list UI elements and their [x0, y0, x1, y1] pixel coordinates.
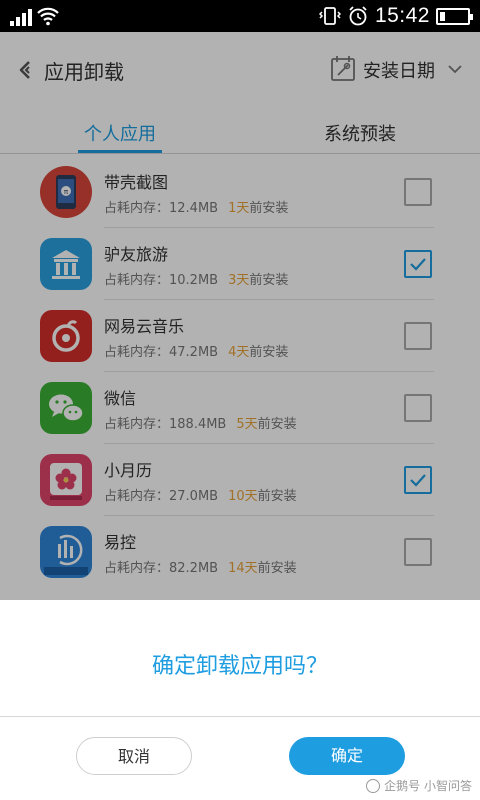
dialog-divider: [0, 716, 480, 717]
dialog-message: 确定卸载应用吗？: [151, 654, 328, 679]
penguin-logo-icon: [366, 778, 381, 793]
clock-time: 15:42: [374, 4, 430, 27]
battery-icon: [436, 7, 473, 25]
uninstall-confirm-dialog: 确定卸载应用吗？ 取消 确定 企鹅号 小智问答: [0, 600, 480, 800]
signal-icon: [10, 8, 36, 26]
cancel-button[interactable]: 取消: [76, 737, 192, 775]
wifi-icon: [37, 7, 59, 26]
vibrate-icon: [318, 7, 341, 25]
confirm-button[interactable]: 确定: [289, 737, 405, 775]
watermark-text: 企鹅号 小智问答: [384, 779, 472, 793]
status-bar: 15:42: [0, 0, 480, 32]
alarm-icon: [349, 6, 367, 26]
dim-overlay[interactable]: [0, 32, 480, 600]
watermark: 企鹅号 小智问答: [366, 777, 472, 794]
